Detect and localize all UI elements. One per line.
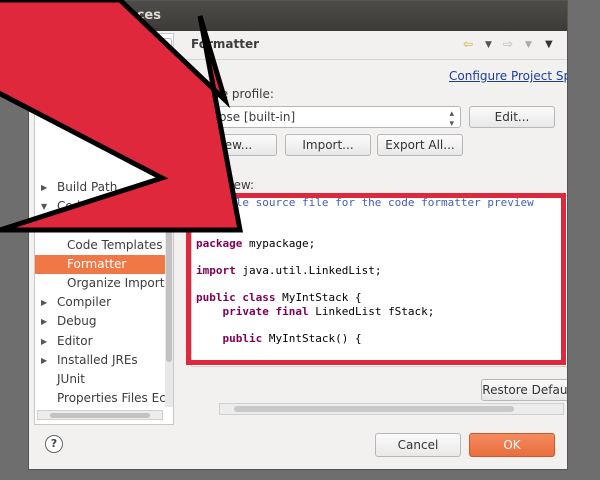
tree-item-label: Code Templates — [67, 237, 163, 252]
filter-input[interactable]: type filter text ✕ — [38, 38, 172, 58]
import-profile-button[interactable]: Import... — [285, 134, 371, 156]
clear-filter-icon[interactable]: ✕ — [154, 41, 168, 54]
back-arrow-icon[interactable]: ⇦ — [463, 37, 473, 51]
expand-arrow-icon[interactable]: ▶ — [41, 312, 47, 331]
tree-item-debug[interactable]: ▶ Debug — [35, 312, 167, 331]
tree-vertical-scroll-thumb[interactable] — [166, 62, 172, 362]
preview-horizontal-scroll-thumb[interactable] — [234, 406, 514, 412]
window-title: Preferences — [73, 8, 161, 23]
tree-item-editor[interactable]: ▶ Editor — [35, 332, 167, 351]
filter-placeholder: type filter text — [43, 41, 130, 55]
tree-item-label: Formatter — [67, 256, 127, 271]
tree-horizontal-scrollbar[interactable] — [37, 410, 163, 420]
cancel-button[interactable]: Cancel — [375, 433, 461, 457]
tree-item-label: Editor — [57, 333, 93, 348]
preferences-tree-pane: type filter text ✕ ▶ Build Path ▼ Code Styl… — [34, 33, 174, 425]
view-menu-icon[interactable]: ▼ — [545, 39, 553, 50]
tree-item-code-style[interactable]: ▼ Code Style — [35, 197, 167, 216]
tree-item-label: Debug — [57, 314, 97, 329]
tree-item-installed-jres[interactable]: ▶ Installed JREs — [35, 351, 167, 370]
minimize-window-button[interactable] — [52, 9, 66, 23]
tree-item-build-path[interactable]: ▶ Build Path — [35, 178, 167, 197]
tree-vertical-scrollbar[interactable] — [165, 62, 173, 407]
forward-arrow-icon[interactable]: ⇨ — [503, 37, 513, 51]
expand-arrow-icon[interactable]: ▶ — [41, 332, 47, 351]
title-bar: ✕ Preferences — [29, 1, 567, 31]
collapse-arrow-icon[interactable]: ▼ — [41, 197, 47, 216]
expand-arrow-icon[interactable]: ▶ — [41, 351, 47, 370]
tree-item-label: Installed JREs — [57, 352, 138, 367]
ok-button[interactable]: OK — [469, 433, 555, 457]
export-all-button[interactable]: Export All... — [377, 134, 463, 156]
tree-item-label: Build Path — [57, 180, 118, 194]
tree-item-label: Compiler — [57, 295, 112, 310]
tree-item-label: JUnit — [57, 372, 85, 386]
expand-arrow-icon[interactable]: ▶ — [41, 293, 47, 312]
close-window-button[interactable]: ✕ — [34, 9, 48, 23]
expand-arrow-icon[interactable]: ▶ — [41, 178, 47, 197]
tree-item-properties-files-ec[interactable]: Properties Files Ec — [35, 389, 167, 408]
help-icon[interactable]: ? — [45, 435, 63, 453]
tree-item-compiler[interactable]: ▶ Compiler — [35, 293, 167, 312]
tree-item-formatter[interactable]: Formatter — [35, 254, 167, 274]
tree-item-junit[interactable]: JUnit — [35, 370, 167, 389]
tree-item-label: Code Style — [57, 199, 122, 214]
preview-label: review: — [211, 178, 255, 192]
preview-horizontal-scrollbar[interactable] — [219, 403, 564, 415]
title-separator — [181, 59, 567, 60]
tree-item-clean-up[interactable]: Clean Up — [35, 216, 167, 235]
active-profile-select[interactable]: Eclipse [built-in] ▴ ▾ — [191, 106, 461, 129]
forward-history-dropdown-icon[interactable]: ▼ — [525, 40, 532, 50]
profile-selected-value: Eclipse [built-in] — [198, 110, 296, 124]
tree-item-label: Organize Import — [67, 276, 165, 290]
tree-horizontal-scroll-thumb[interactable] — [50, 413, 150, 418]
tree-item-organize-import[interactable]: Organize Import — [35, 274, 167, 293]
restore-defaults-button[interactable]: Restore Defaults — [481, 379, 567, 401]
new-profile-button[interactable]: New... — [191, 134, 277, 156]
configure-project-settings-link[interactable]: Configure Project Sp — [449, 69, 567, 83]
tree-item-label: Clean Up — [67, 218, 122, 233]
highlight-frame — [186, 193, 566, 365]
tree-item-label: Properties Files Ec — [57, 391, 166, 406]
back-history-dropdown-icon[interactable]: ▼ — [485, 40, 492, 50]
select-spinner-icon: ▴ ▾ — [449, 109, 454, 129]
page-title: Formatter — [191, 37, 260, 51]
tree-item-code-templates[interactable]: Code Templates — [35, 236, 167, 255]
edit-profile-button[interactable]: Edit... — [469, 106, 555, 128]
active-profile-label: Active profile: — [191, 87, 274, 101]
